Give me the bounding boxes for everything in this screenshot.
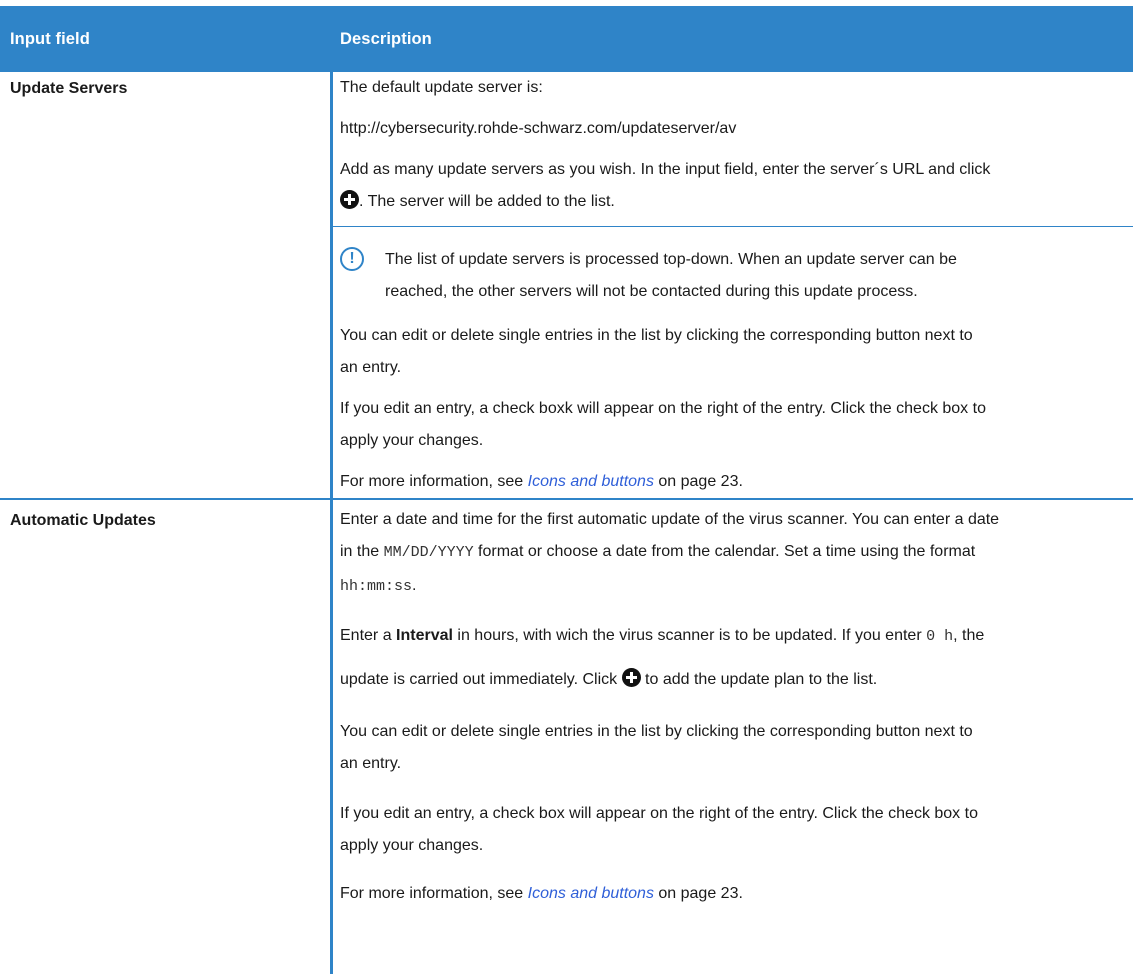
add-servers-text-line2: . The server will be added to the list. — [340, 186, 1130, 218]
date-format: MM/DD/YYYY — [383, 544, 474, 561]
auto-update-text-line1: Enter a date and time for the first auto… — [340, 511, 1000, 528]
edit-entries-text-line1: You can edit or delete single entries in… — [340, 723, 973, 740]
plus-circle-icon — [621, 668, 641, 687]
row-separator — [0, 498, 1133, 500]
auto-update-text-line2: in the MM/DD/YYYY format or choose a dat… — [340, 543, 976, 561]
exclamation-circle-icon: ! — [340, 247, 364, 271]
note-text-line1: The list of update servers is processed … — [385, 251, 957, 268]
edit-entries-text-line2: an entry. — [340, 755, 402, 772]
default-server-url: http://cybersecurity.rohde-schwarz.com/u… — [340, 120, 737, 137]
field-automatic-updates: Automatic Updates — [10, 512, 156, 529]
field-update-servers: Update Servers — [10, 80, 128, 97]
header-input-field: Input field — [10, 30, 90, 48]
interval-text-line2: update is carried out immediately. Click… — [340, 664, 1130, 696]
note-text-line2: reached, the other servers will not be c… — [385, 283, 918, 300]
auto-update-text-line3: hh:mm:ss. — [340, 577, 417, 595]
plus-circle-icon — [340, 190, 359, 209]
checkbox-text-line2: apply your changes. — [340, 432, 484, 449]
checkbox-text-line2: apply your changes. — [340, 837, 484, 854]
checkbox-text-line1: If you edit an entry, a check box will a… — [340, 805, 978, 822]
more-info-text: For more information, see Icons and butt… — [340, 473, 743, 490]
add-servers-text-line1: Add as many update servers as you wish. … — [340, 161, 991, 178]
header-description: Description — [340, 30, 432, 48]
zero-hours: 0 h — [926, 628, 954, 645]
checkbox-text-line1: If you edit an entry, a check boxk will … — [340, 400, 986, 417]
note-top-rule — [333, 226, 1133, 227]
interval-label: Interval — [396, 627, 453, 644]
icons-and-buttons-link[interactable]: Icons and buttons — [528, 473, 654, 490]
time-format: hh:mm:ss — [340, 578, 413, 595]
edit-entries-text-line1: You can edit or delete single entries in… — [340, 327, 973, 344]
more-info-text: For more information, see Icons and butt… — [340, 885, 743, 902]
interval-text-line1: Enter a Interval in hours, with wich the… — [340, 627, 985, 645]
column-divider — [330, 72, 333, 974]
edit-entries-text-line2: an entry. — [340, 359, 402, 376]
add-servers-text-tail: . The server will be added to the list. — [359, 193, 615, 210]
table-header: Input field Description — [0, 6, 1133, 72]
default-server-text: The default update server is: — [340, 79, 543, 96]
icons-and-buttons-link[interactable]: Icons and buttons — [528, 885, 654, 902]
